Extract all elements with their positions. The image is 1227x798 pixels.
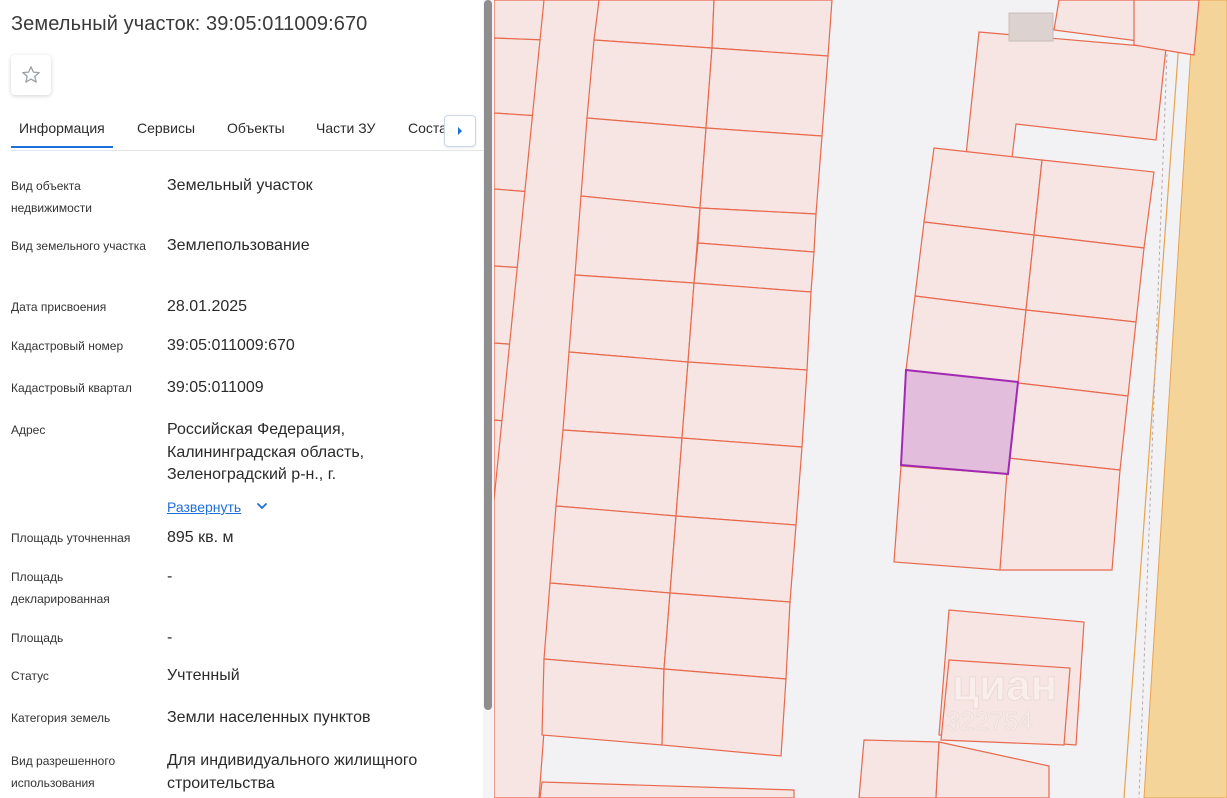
- row-value: Земельный участок: [167, 177, 313, 194]
- chevron-down-icon[interactable]: [255, 499, 269, 513]
- info-panel: Земельный участок: 39:05:011009:670 Инфо…: [0, 0, 483, 798]
- watermark-id: 322754: [946, 706, 1033, 736]
- watermark-text: циан: [952, 661, 1057, 710]
- row-label: Площадь уточненная: [11, 531, 131, 545]
- row-label: Вид разрешенного использования: [11, 754, 116, 790]
- row-label: Категория земель: [11, 711, 111, 725]
- row-label: Статус: [11, 669, 49, 683]
- row-label: Вид земельного участка: [11, 239, 146, 253]
- page-title: Земельный участок: 39:05:011009:670: [11, 13, 368, 35]
- row-value: 39:05:011009: [167, 379, 264, 396]
- row-value: Российская Федерация, Калининградская об…: [167, 421, 365, 483]
- building-upper: [1008, 12, 1054, 42]
- tab-bar: Информация Сервисы Объекты Части ЗУ Сост…: [11, 108, 483, 151]
- tab-information[interactable]: Информация: [19, 120, 105, 136]
- row-label: Площадь декларированная: [11, 570, 110, 606]
- row-value: -: [167, 629, 173, 646]
- tabs-scroll-right-button[interactable]: [444, 115, 476, 147]
- active-tab-indicator: [11, 146, 113, 148]
- tab-parts[interactable]: Части ЗУ: [316, 120, 375, 136]
- expand-address-link[interactable]: Развернуть: [167, 499, 241, 515]
- row-label: Адрес: [11, 423, 46, 437]
- row-value: Землепользование: [167, 237, 310, 254]
- map-canvas[interactable]: циан 322754: [494, 0, 1227, 798]
- row-value: 28.01.2025: [167, 298, 248, 315]
- row-value: Земли населенных пунктов: [167, 709, 371, 726]
- cadastral-map[interactable]: циан 322754: [494, 0, 1227, 798]
- row-value: 39:05:011009:670: [167, 337, 295, 354]
- row-label: Кадастровый квартал: [11, 381, 132, 395]
- parcel-bottom-strip: [539, 781, 795, 798]
- row-label: Площадь: [11, 631, 64, 645]
- info-row-address: Адрес Российская Федерация, Калининградс…: [11, 419, 471, 519]
- row-value: Для индивидуального жилищного строительс…: [167, 752, 418, 792]
- row-value: -: [167, 568, 173, 585]
- row-label: Кадастровый номер: [11, 339, 124, 353]
- caret-right-icon: [458, 127, 462, 135]
- favorite-button[interactable]: [11, 55, 51, 95]
- tab-composition[interactable]: Соста: [408, 120, 447, 136]
- selected-parcel[interactable]: [899, 368, 1020, 476]
- row-label: Дата присвоения: [11, 300, 107, 314]
- row-value: Учтенный: [167, 667, 240, 684]
- star-icon: [22, 66, 40, 83]
- tab-objects[interactable]: Объекты: [227, 120, 285, 136]
- row-label: Вид объекта недвижимости: [11, 179, 92, 215]
- row-value: 895 кв. м: [167, 529, 234, 546]
- tab-services[interactable]: Сервисы: [137, 120, 195, 136]
- panel-scrollbar-thumb[interactable]: [484, 0, 492, 710]
- parcels-upper-right: [893, 0, 1200, 571]
